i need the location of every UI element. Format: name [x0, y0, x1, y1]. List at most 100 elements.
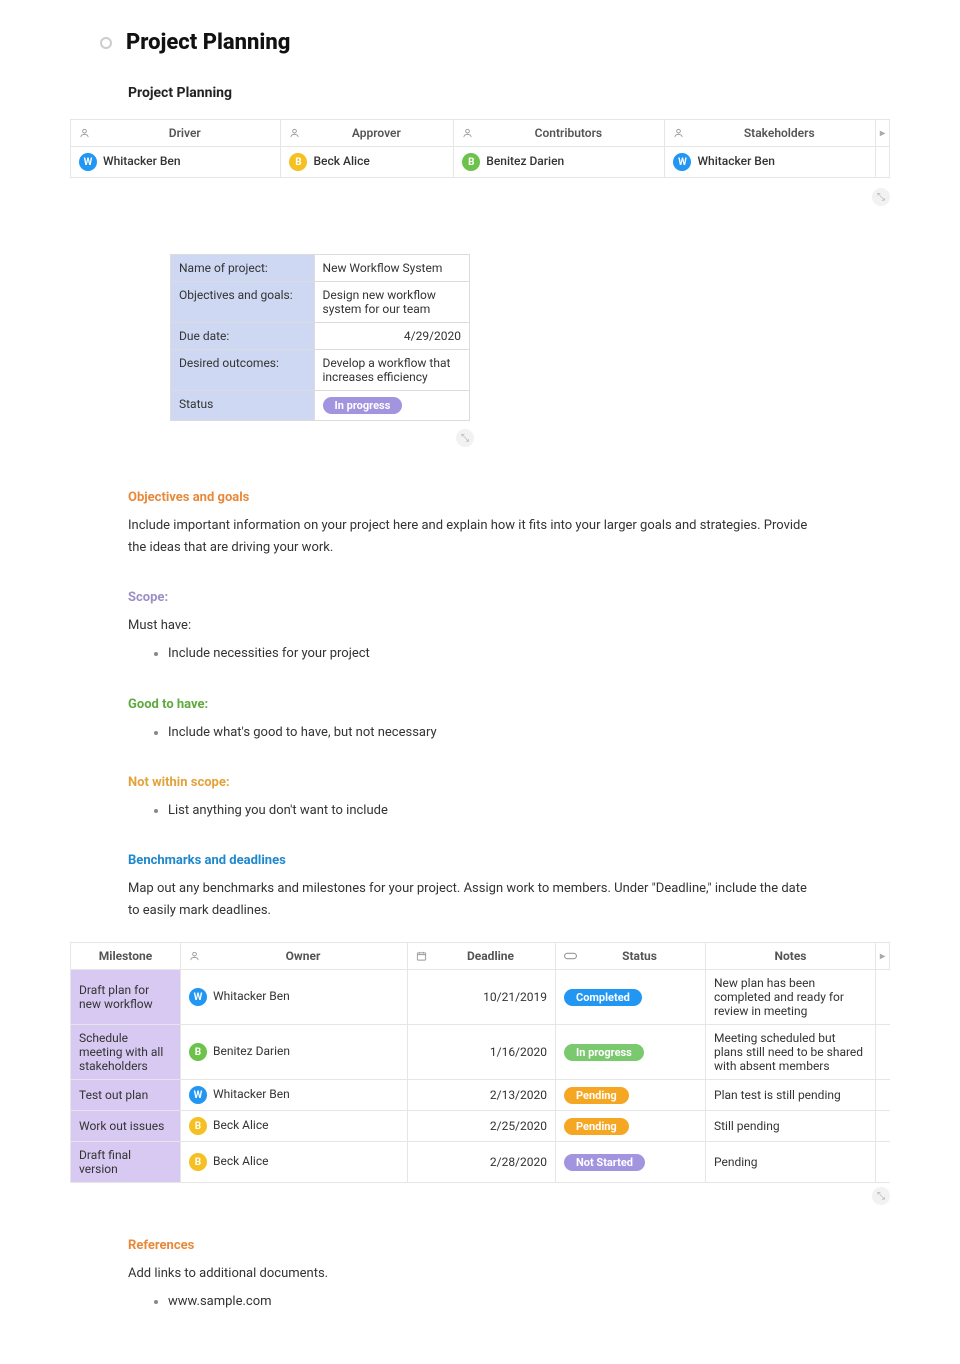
header-label: Owner: [286, 949, 321, 963]
milestone-cell[interactable]: Work out issues: [71, 1111, 181, 1142]
not-scope-heading: Not within scope:: [128, 772, 808, 794]
info-value[interactable]: New Workflow System: [314, 255, 469, 282]
references-link[interactable]: www.sample.com: [168, 1291, 808, 1313]
roles-empty-cell: [876, 147, 890, 178]
page-subtitle: Project Planning: [128, 85, 890, 101]
deadline-cell[interactable]: 2/25/2020: [408, 1111, 556, 1142]
owner-cell[interactable]: BBeck Alice: [181, 1142, 408, 1183]
person-icon: [189, 951, 200, 962]
table-row: Schedule meeting with all stakeholders BB…: [71, 1025, 890, 1080]
scope-heading: Scope:: [128, 587, 808, 609]
info-value[interactable]: Develop a workflow that increases effici…: [314, 350, 469, 391]
info-label: Desired outcomes:: [171, 350, 315, 391]
owner-cell[interactable]: WWhitacker Ben: [181, 1080, 408, 1111]
title-bullet-icon: [100, 37, 112, 49]
notes-cell[interactable]: New plan has been completed and ready fo…: [706, 970, 876, 1025]
good-to-have-bullet: Include what's good to have, but not nec…: [168, 722, 808, 744]
roles-table: Driver Approver Contributors: [70, 119, 890, 178]
avatar: W: [189, 988, 207, 1006]
milestones-header-status[interactable]: Status: [556, 943, 706, 970]
roles-cell[interactable]: WWhitacker Ben: [665, 147, 876, 178]
notes-cell[interactable]: Plan test is still pending: [706, 1080, 876, 1111]
roles-expand-icon[interactable]: ▸: [876, 120, 890, 147]
person-icon: [673, 128, 684, 139]
table-row: Work out issuesBBeck Alice2/25/2020Pendi…: [71, 1111, 890, 1142]
header-label: Stakeholders: [744, 126, 815, 140]
status-pill: In progress: [564, 1044, 644, 1061]
milestones-header-deadline[interactable]: Deadline: [408, 943, 556, 970]
deadline-cell[interactable]: 1/16/2020: [408, 1025, 556, 1080]
info-label: Due date:: [171, 323, 315, 350]
person-icon: [289, 128, 300, 139]
deadline-cell[interactable]: 10/21/2019: [408, 970, 556, 1025]
table-row: Draft plan for new workflow W Whitacker Be…: [71, 970, 890, 1025]
milestone-cell[interactable]: Draft plan for new workflow: [71, 970, 181, 1025]
person-name: Whitacker Ben: [103, 154, 181, 168]
owner-cell[interactable]: B Benitez Darien: [181, 1025, 408, 1080]
benchmarks-heading: Benchmarks and deadlines: [128, 850, 808, 872]
notes-cell[interactable]: Pending: [706, 1142, 876, 1183]
references-text: Add links to additional documents.: [128, 1263, 808, 1285]
person-name: Beck Alice: [313, 154, 369, 168]
milestone-cell[interactable]: Draft final version: [71, 1142, 181, 1183]
person-name: Beck Alice: [213, 1154, 269, 1168]
milestone-cell[interactable]: Test out plan: [71, 1080, 181, 1111]
empty-cell: [876, 1080, 890, 1111]
roles-header-stakeholders[interactable]: Stakeholders: [665, 120, 876, 147]
person-icon: [79, 128, 90, 139]
roles-header-approver[interactable]: Approver: [281, 120, 454, 147]
must-have-label: Must have:: [128, 615, 808, 637]
avatar: B: [189, 1117, 207, 1135]
roles-header-contributors[interactable]: Contributors: [454, 120, 665, 147]
avatar: B: [189, 1043, 207, 1061]
person-name: Benitez Darien: [486, 154, 564, 168]
milestones-table: Milestone Owner Deadline: [70, 942, 890, 1183]
resize-handle-icon[interactable]: ⤡: [872, 1187, 890, 1205]
status-cell[interactable]: Pending: [556, 1111, 706, 1142]
person-name: Benitez Darien: [213, 1044, 290, 1058]
avatar: W: [189, 1086, 207, 1104]
header-label: Deadline: [467, 949, 514, 963]
status-pill: Pending: [564, 1087, 629, 1104]
roles-cell[interactable]: W Whitacker Ben: [71, 147, 281, 178]
table-row: Draft final versionBBeck Alice2/28/2020 N…: [71, 1142, 890, 1183]
avatar: W: [673, 153, 691, 171]
owner-cell[interactable]: BBeck Alice: [181, 1111, 408, 1142]
empty-cell: [876, 1111, 890, 1142]
calendar-icon: [416, 951, 427, 962]
milestones-header-notes[interactable]: Notes: [706, 943, 876, 970]
roles-cell[interactable]: B Beck Alice: [281, 147, 454, 178]
avatar: W: [79, 153, 97, 171]
status-cell[interactable]: Pending: [556, 1080, 706, 1111]
good-to-have-heading: Good to have:: [128, 694, 808, 716]
milestones-header-milestone[interactable]: Milestone: [71, 943, 181, 970]
deadline-cell[interactable]: 2/13/2020: [408, 1080, 556, 1111]
deadline-cell[interactable]: 2/28/2020: [408, 1142, 556, 1183]
table-row: Test out planWWhitacker Ben2/13/2020 Pend…: [71, 1080, 890, 1111]
owner-cell[interactable]: W Whitacker Ben: [181, 970, 408, 1025]
notes-cell[interactable]: Meeting scheduled but plans still need t…: [706, 1025, 876, 1080]
roles-cell[interactable]: BBenitez Darien: [454, 147, 665, 178]
milestones-expand-icon[interactable]: ▸: [876, 943, 890, 970]
status-cell[interactable]: Not Started: [556, 1142, 706, 1183]
info-value[interactable]: 4/29/2020: [314, 323, 469, 350]
status-pill: Completed: [564, 989, 642, 1006]
resize-handle-icon[interactable]: ⤡: [456, 429, 474, 447]
info-value[interactable]: In progress: [314, 391, 469, 421]
avatar: B: [289, 153, 307, 171]
status-cell[interactable]: Completed: [556, 970, 706, 1025]
empty-cell: [876, 1142, 890, 1183]
roles-header-driver[interactable]: Driver: [71, 120, 281, 147]
info-value[interactable]: Design new workflow system for our team: [314, 282, 469, 323]
info-label: Objectives and goals:: [171, 282, 315, 323]
resize-handle-icon[interactable]: ⤡: [872, 188, 890, 206]
project-info-table: Name of project:New Workflow SystemObjec…: [170, 254, 470, 421]
milestones-header-owner[interactable]: Owner: [181, 943, 408, 970]
status-cell[interactable]: In progress: [556, 1025, 706, 1080]
status-pill: Not Started: [564, 1154, 645, 1171]
milestone-cell[interactable]: Schedule meeting with all stakeholders: [71, 1025, 181, 1080]
info-label: Name of project:: [171, 255, 315, 282]
notes-cell[interactable]: Still pending: [706, 1111, 876, 1142]
person-name: Whitacker Ben: [213, 989, 290, 1003]
objectives-heading: Objectives and goals: [128, 487, 808, 509]
